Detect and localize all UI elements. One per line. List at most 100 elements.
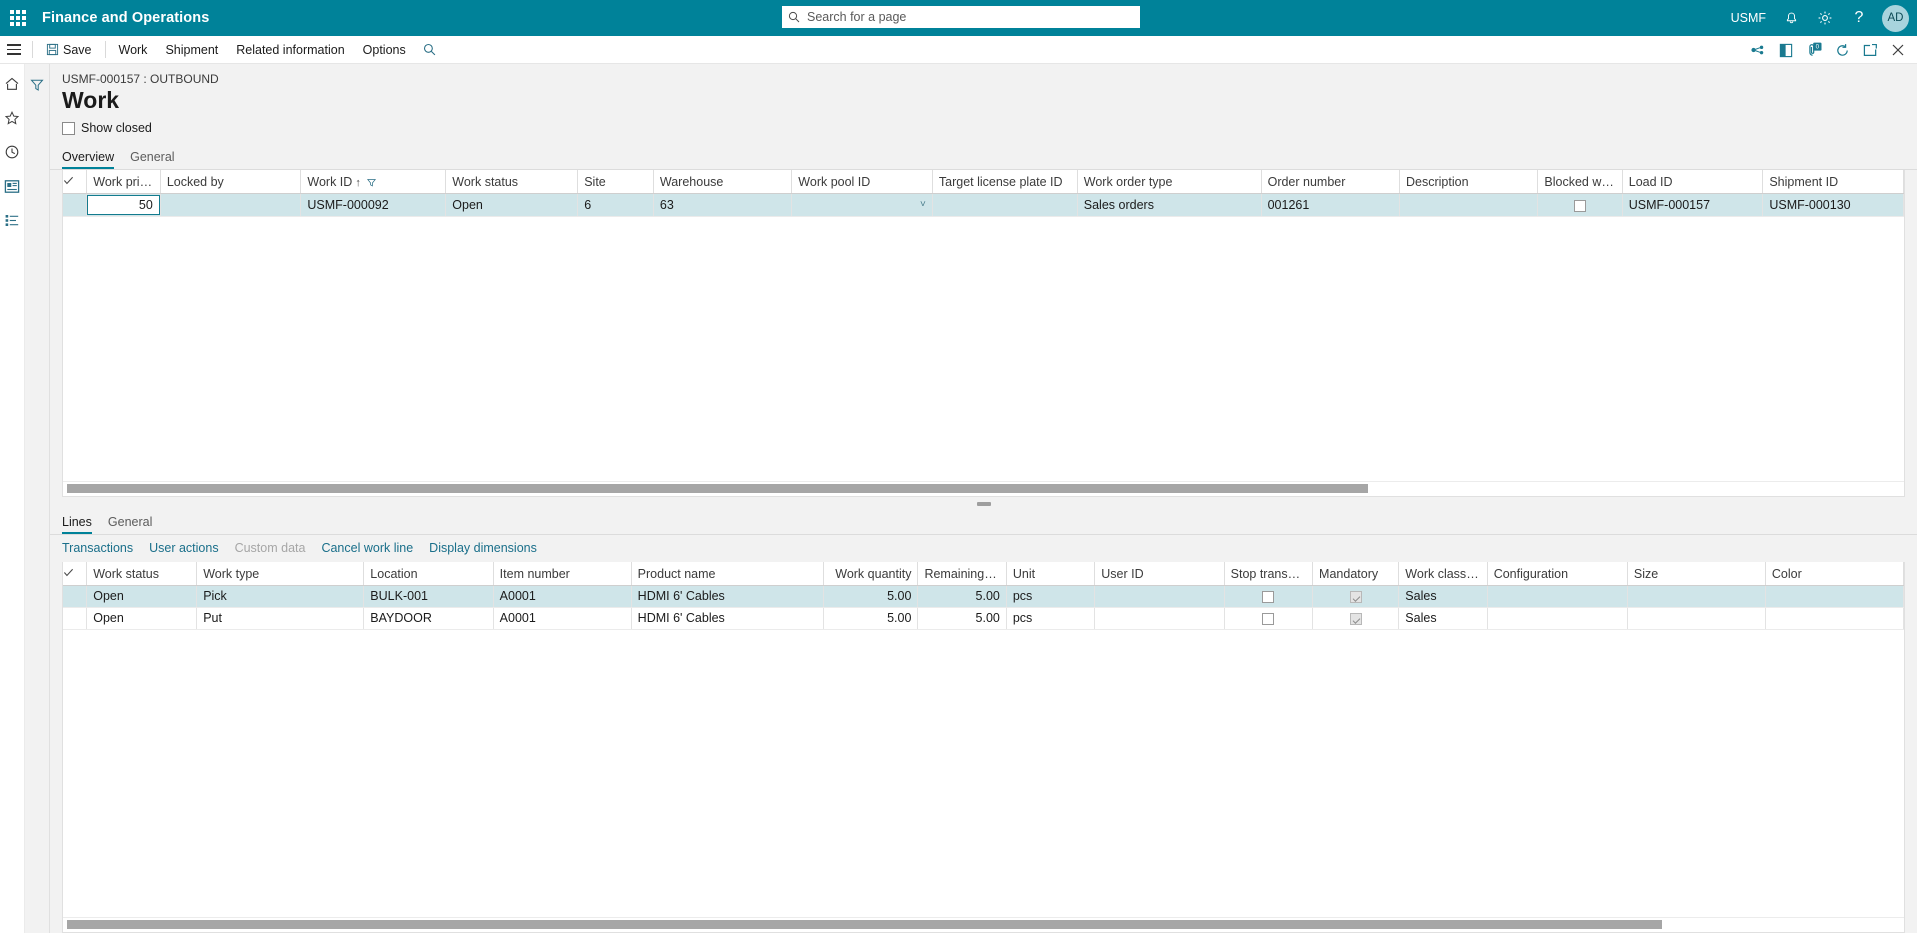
- cell-item-number[interactable]: A0001: [493, 585, 632, 608]
- relationships-icon[interactable]: [1745, 37, 1771, 63]
- column-header-work-class-id[interactable]: Work class ID: [1398, 562, 1488, 586]
- action-user-actions[interactable]: User actions: [149, 541, 218, 555]
- home-icon[interactable]: [2, 74, 22, 94]
- scrollbar-thumb[interactable]: [67, 920, 1662, 929]
- column-header-remaining-quantity[interactable]: Remaining q...: [917, 562, 1007, 586]
- blocked-wave-checkbox[interactable]: [1574, 199, 1587, 212]
- cell-load-id[interactable]: USMF-000157: [1622, 193, 1764, 217]
- cell-color[interactable]: [1765, 585, 1904, 608]
- cell-size[interactable]: [1627, 585, 1766, 608]
- column-header-unit[interactable]: Unit: [1006, 562, 1096, 586]
- show-closed-checkbox[interactable]: Show closed: [62, 121, 152, 135]
- cell-configuration[interactable]: [1487, 585, 1628, 608]
- column-header-configuration[interactable]: Configuration: [1487, 562, 1628, 586]
- row-select-cell[interactable]: [63, 585, 88, 608]
- action-cancel-work-line[interactable]: Cancel work line: [321, 541, 413, 555]
- action-display-dimensions[interactable]: Display dimensions: [429, 541, 537, 555]
- column-header-work-quantity[interactable]: Work quantity: [823, 562, 919, 586]
- save-button[interactable]: Save: [37, 36, 101, 64]
- star-icon[interactable]: [2, 108, 22, 128]
- cell-shipment-id[interactable]: USMF-000130: [1762, 193, 1904, 217]
- cell-location[interactable]: BULK-001: [363, 585, 494, 608]
- menu-related-information[interactable]: Related information: [227, 36, 353, 64]
- avatar[interactable]: AD: [1882, 4, 1909, 32]
- column-header-work-order-type[interactable]: Work order type: [1077, 170, 1262, 194]
- cell-work-type[interactable]: Put: [196, 607, 365, 630]
- clock-icon[interactable]: [2, 142, 22, 162]
- cell-color[interactable]: [1765, 607, 1904, 630]
- chevron-down-icon[interactable]: ˅: [920, 194, 926, 216]
- column-header-description[interactable]: Description: [1399, 170, 1539, 194]
- cell-work-priority[interactable]: 50: [86, 193, 161, 217]
- cell-configuration[interactable]: [1487, 607, 1628, 630]
- column-header-work-id[interactable]: Work ID ↑: [300, 170, 447, 194]
- column-header-target-license-plate-id[interactable]: Target license plate ID: [932, 170, 1078, 194]
- column-header-line-work-status[interactable]: Work status: [86, 562, 198, 586]
- work-lines-horizontal-scrollbar[interactable]: [63, 917, 1904, 932]
- column-header-work-priority[interactable]: Work priority: [86, 170, 161, 194]
- app-title[interactable]: Finance and Operations: [42, 10, 209, 26]
- cell-remaining-quantity[interactable]: 5.00: [917, 585, 1007, 608]
- cell-order-number[interactable]: 001261: [1261, 193, 1401, 217]
- global-search-box[interactable]: [782, 6, 1140, 28]
- scrollbar-thumb[interactable]: [67, 484, 1369, 494]
- work-header-horizontal-scrollbar[interactable]: [63, 481, 1904, 497]
- cell-work-type[interactable]: Pick: [196, 585, 365, 608]
- cell-unit[interactable]: pcs: [1006, 585, 1096, 608]
- column-header-site[interactable]: Site: [577, 170, 654, 194]
- column-header-warehouse[interactable]: Warehouse: [653, 170, 793, 194]
- column-header-work-type[interactable]: Work type: [196, 562, 365, 586]
- work-priority-input[interactable]: 50: [87, 194, 160, 215]
- table-row[interactable]: 50 USMF-000092 Open 6 63 ˅ Sales orders …: [63, 193, 1904, 217]
- cell-unit[interactable]: pcs: [1006, 607, 1096, 630]
- menu-shipment[interactable]: Shipment: [156, 36, 227, 64]
- panel-splitter[interactable]: [50, 497, 1917, 511]
- cell-location[interactable]: BAYDOOR: [363, 607, 494, 630]
- filter-icon[interactable]: [27, 75, 47, 95]
- search-input[interactable]: [805, 9, 1134, 25]
- row-select-cell[interactable]: [63, 607, 88, 630]
- close-icon[interactable]: [1885, 37, 1911, 63]
- workspace-icon[interactable]: [2, 176, 22, 196]
- column-header-select-all-lines[interactable]: [63, 562, 88, 586]
- cell-user-id[interactable]: [1094, 585, 1225, 608]
- cell-work-id[interactable]: USMF-000092: [300, 193, 447, 217]
- attachments-icon[interactable]: 0: [1801, 37, 1827, 63]
- column-header-location[interactable]: Location: [363, 562, 494, 586]
- column-header-select-all[interactable]: [63, 170, 88, 194]
- table-row[interactable]: Open Put BAYDOOR A0001 HDMI 6' Cables 5.…: [63, 607, 1904, 630]
- list-icon[interactable]: [2, 210, 22, 230]
- column-header-load-id[interactable]: Load ID: [1622, 170, 1764, 194]
- cell-work-status[interactable]: Open: [445, 193, 579, 217]
- cell-blocked-wave[interactable]: [1537, 193, 1623, 217]
- column-header-locked-by[interactable]: Locked by: [160, 170, 302, 194]
- cell-work-quantity[interactable]: 5.00: [823, 607, 919, 630]
- cell-warehouse[interactable]: 63: [653, 193, 793, 217]
- cell-line-work-status[interactable]: Open: [86, 585, 198, 608]
- cell-work-pool-id[interactable]: ˅: [791, 193, 933, 217]
- company-label[interactable]: USMF: [1731, 11, 1766, 25]
- tab-lines[interactable]: Lines: [62, 516, 92, 535]
- tab-overview[interactable]: Overview: [62, 151, 115, 170]
- column-header-shipment-id[interactable]: Shipment ID: [1762, 170, 1904, 194]
- cell-product-name[interactable]: HDMI 6' Cables: [631, 607, 824, 630]
- open-in-office-icon[interactable]: [1773, 37, 1799, 63]
- stop-transaction-checkbox[interactable]: [1262, 591, 1275, 604]
- column-header-work-pool-id[interactable]: Work pool ID: [791, 170, 933, 194]
- cell-user-id[interactable]: [1094, 607, 1225, 630]
- stop-transaction-checkbox[interactable]: [1262, 613, 1275, 626]
- cell-locked-by[interactable]: [160, 193, 302, 217]
- cell-work-order-type[interactable]: Sales orders: [1077, 193, 1262, 217]
- column-header-stop-transaction[interactable]: Stop transact...: [1224, 562, 1314, 586]
- cell-product-name[interactable]: HDMI 6' Cables: [631, 585, 824, 608]
- column-header-blocked-wave[interactable]: Blocked wave: [1537, 170, 1623, 194]
- column-header-user-id[interactable]: User ID: [1094, 562, 1225, 586]
- column-header-order-number[interactable]: Order number: [1261, 170, 1401, 194]
- cell-stop-transaction[interactable]: [1224, 585, 1314, 608]
- column-header-size[interactable]: Size: [1627, 562, 1766, 586]
- popout-icon[interactable]: [1857, 37, 1883, 63]
- menu-work[interactable]: Work: [110, 36, 157, 64]
- app-launcher-icon[interactable]: [0, 0, 36, 36]
- hamburger-icon[interactable]: [0, 36, 28, 64]
- cell-target-license-plate-id[interactable]: [932, 193, 1078, 217]
